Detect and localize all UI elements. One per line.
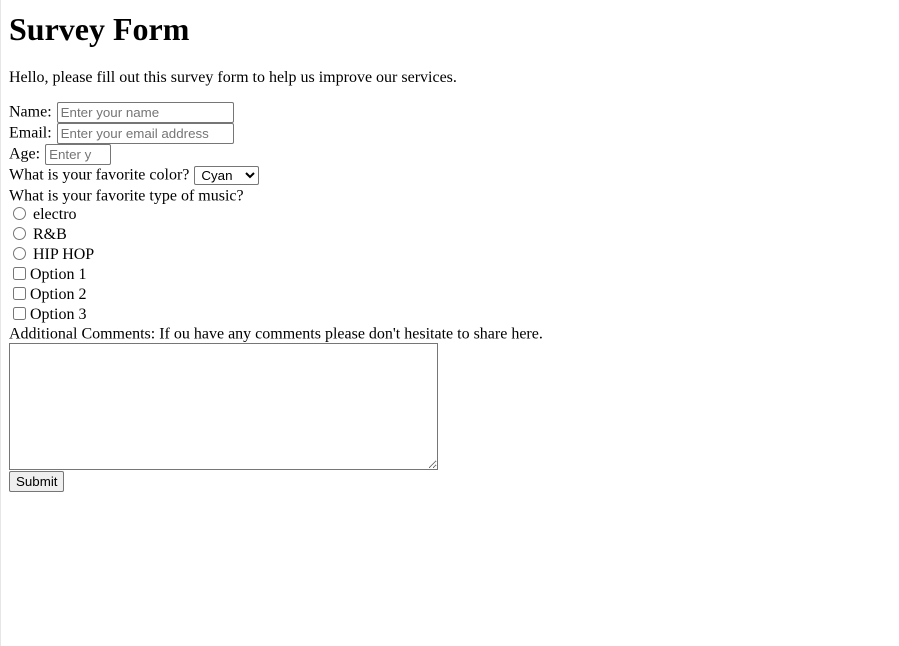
music-question: What is your favorite type of music? — [9, 186, 899, 205]
age-input[interactable] — [45, 144, 112, 165]
age-label: Age: — [9, 145, 41, 163]
email-label: Email: — [9, 124, 52, 142]
name-row: Name: — [9, 102, 899, 123]
checkbox-option: Option 2 — [9, 285, 899, 305]
comments-textarea[interactable] — [9, 343, 438, 470]
survey-form: Name: Email: Age: What is your favorite … — [9, 102, 899, 492]
age-row: Age: — [9, 144, 899, 165]
checkbox-option-3-label: Option 3 — [30, 306, 87, 323]
checkbox-option-2[interactable] — [13, 287, 26, 300]
radio-option: HIP HOP — [9, 245, 899, 265]
page-title: Survey Form — [9, 11, 190, 47]
radio-electro[interactable] — [13, 207, 26, 220]
email-input[interactable] — [56, 123, 234, 144]
page-description: Hello, please fill out this survey form … — [9, 69, 457, 86]
radio-electro-label: electro — [33, 206, 77, 223]
checkbox-option-1-label: Option 1 — [30, 266, 87, 283]
radio-option: electro — [9, 205, 899, 225]
music-label: What is your favorite type of music? — [9, 187, 244, 205]
comments-label: Additional Comments: If ou have any comm… — [9, 325, 543, 343]
color-row: What is your favorite color? Cyan — [9, 165, 899, 186]
checkbox-option-1[interactable] — [13, 267, 26, 280]
checkbox-option: Option 3 — [9, 305, 899, 325]
color-select[interactable]: Cyan — [194, 165, 260, 185]
submit-button[interactable]: Submit — [9, 471, 65, 492]
color-label: What is your favorite color? — [9, 166, 190, 184]
radio-rnb-label: R&B — [33, 226, 67, 243]
name-input[interactable] — [56, 102, 234, 123]
radio-rnb[interactable] — [13, 227, 26, 240]
radio-hiphop-label: HIP HOP — [33, 246, 95, 263]
name-label: Name: — [9, 103, 52, 121]
checkbox-option-2-label: Option 2 — [30, 286, 87, 303]
radio-option: R&B — [9, 225, 899, 245]
comments-row: Additional Comments: If ou have any comm… — [9, 325, 899, 343]
checkbox-option-3[interactable] — [13, 307, 26, 320]
page-edge — [0, 0, 1, 646]
survey-page: Survey Form Hello, please fill out this … — [9, 0, 899, 492]
checkbox-option: Option 1 — [9, 265, 899, 285]
radio-hiphop[interactable] — [13, 247, 26, 260]
email-row: Email: — [9, 123, 899, 144]
